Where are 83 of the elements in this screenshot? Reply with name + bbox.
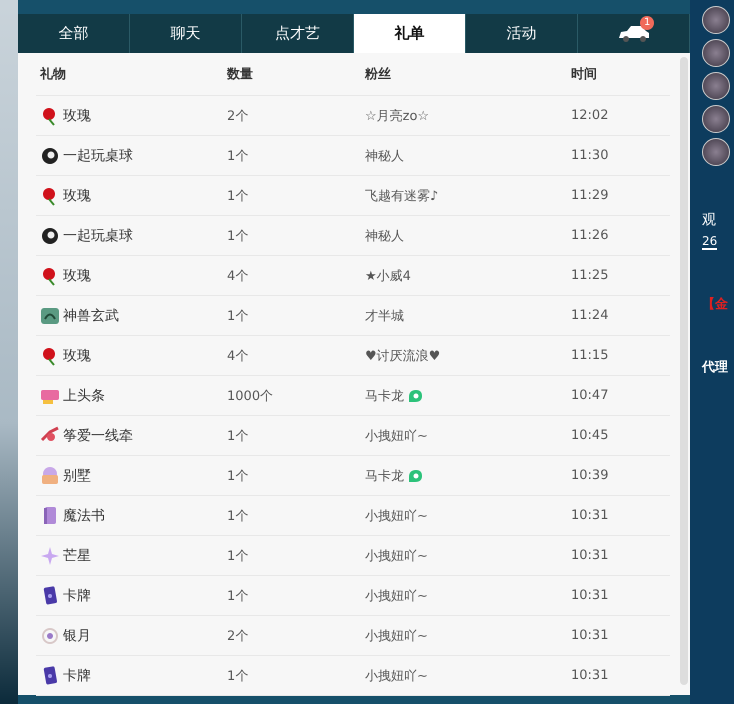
time-cell-text: 10:47 — [571, 388, 610, 403]
fan-name: 神秘人 — [365, 148, 404, 164]
gift-name: 芒星 — [63, 546, 91, 564]
gift-name: 上头条 — [63, 386, 105, 404]
gift-name: 玫瑰 — [63, 346, 91, 364]
billiard-ball-icon — [40, 226, 60, 246]
count-cell-text: 1个 — [227, 548, 250, 564]
fan-name: 小拽妞吖~ — [365, 548, 428, 564]
count-cell-text: 1个 — [227, 228, 250, 244]
time-cell-text: 10:31 — [571, 668, 610, 683]
count-cell-text: 1000个 — [227, 388, 274, 404]
gift-name: 卡牌 — [63, 586, 91, 604]
time-cell-text: 11:25 — [571, 268, 610, 283]
moon-icon — [40, 626, 60, 646]
fan-name: 马卡龙 — [365, 388, 404, 404]
fan-name: 小拽妞吖~ — [365, 588, 428, 604]
gift-name: 玫瑰 — [63, 266, 91, 284]
count-cell-text: 1个 — [227, 428, 250, 444]
time-cell-text: 11:15 — [571, 348, 610, 363]
gift-name: 银月 — [63, 626, 91, 644]
avatar[interactable] — [702, 138, 730, 166]
fan-name: 飞越有迷雾♪ — [365, 188, 438, 204]
gift-name: 魔法书 — [63, 506, 105, 524]
count-cell-text: 2个 — [227, 108, 250, 124]
column-header: 礼物 — [40, 66, 67, 83]
tab[interactable]: 礼单 — [354, 14, 466, 53]
gift-name: 卡牌 — [63, 666, 91, 684]
gift-name: 神兽玄武 — [63, 306, 119, 324]
avatar[interactable] — [702, 105, 730, 133]
fan-name: ☆月亮zo☆ — [365, 108, 430, 124]
fan-name: ★小威4 — [365, 268, 411, 284]
count-cell-text: 4个 — [227, 268, 250, 284]
time-cell-text: 11:30 — [571, 148, 610, 163]
fan-name: 神秘人 — [365, 228, 404, 244]
car-icon — [616, 24, 650, 42]
count-cell-text: 1个 — [227, 588, 250, 604]
star-icon — [40, 546, 60, 566]
time-cell-text: 10:39 — [571, 468, 610, 483]
billiard-ball-icon — [40, 146, 60, 166]
viewer-name: 【金 — [702, 296, 728, 313]
count-cell-text: 2个 — [227, 628, 250, 644]
fan-badge-icon — [407, 388, 423, 402]
column-header: 粉丝 — [365, 66, 392, 83]
gift-name: 玫瑰 — [63, 106, 91, 124]
gift-name: 一起玩桌球 — [63, 146, 133, 164]
time-cell-text: 11:24 — [571, 308, 610, 323]
avatar[interactable] — [702, 39, 730, 67]
count-cell-text: 1个 — [227, 468, 250, 484]
fan-badge-icon — [407, 468, 423, 482]
fan-name: 小拽妞吖~ — [365, 668, 428, 684]
notification-badge: 1 — [640, 16, 654, 30]
fan-name: 小拽妞吖~ — [365, 428, 428, 444]
count-cell-text: 1个 — [227, 508, 250, 524]
column-header: 数量 — [227, 66, 254, 83]
gift-name: 一起玩桌球 — [63, 226, 133, 244]
gift-name: 别墅 — [63, 466, 91, 484]
time-cell-text: 10:45 — [571, 428, 610, 443]
viewer-name: 代理 — [702, 359, 728, 376]
time-cell-text: 10:31 — [571, 508, 610, 523]
count-cell-text: 1个 — [227, 188, 250, 204]
gift-name: 筝爱一线牵 — [63, 426, 133, 444]
count-cell-text: 1个 — [227, 308, 250, 324]
column-header: 时间 — [571, 66, 598, 83]
viewer-count: 26 — [702, 234, 718, 250]
time-cell-text: 10:31 — [571, 548, 610, 563]
fan-name: 马卡龙 — [365, 468, 404, 484]
fan-name: ♥讨厌流浪♥ — [365, 348, 440, 364]
time-cell-text: 11:26 — [571, 228, 610, 243]
fan-name: 小拽妞吖~ — [365, 628, 428, 644]
fan-name: 小拽妞吖~ — [365, 508, 428, 524]
avatar[interactable] — [702, 6, 730, 34]
count-cell-text: 4个 — [227, 348, 250, 364]
scrollbar[interactable] — [680, 57, 688, 685]
avatar[interactable] — [702, 72, 730, 100]
gift-name: 玫瑰 — [63, 186, 91, 204]
fan-name: 才半城 — [365, 308, 404, 324]
time-cell-text: 10:31 — [571, 628, 610, 643]
time-cell-text: 12:02 — [571, 108, 610, 123]
time-cell-text: 10:31 — [571, 588, 610, 603]
count-cell-text: 1个 — [227, 668, 250, 684]
side-tab[interactable]: 观 — [702, 211, 716, 229]
count-cell-text: 1个 — [227, 148, 250, 164]
time-cell-text: 11:29 — [571, 188, 610, 203]
